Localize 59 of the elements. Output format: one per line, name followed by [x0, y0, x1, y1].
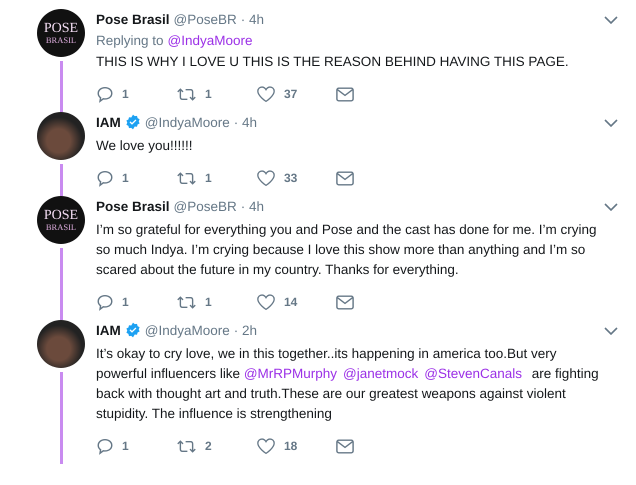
timestamp[interactable]: · 2h — [234, 322, 258, 338]
mention-link[interactable]: @IndyaMoore — [168, 33, 253, 48]
display-name[interactable]: Pose Brasil — [96, 12, 170, 26]
retweet-icon[interactable] — [176, 170, 197, 186]
caret-icon[interactable] — [604, 16, 618, 24]
logo-avatar[interactable]: POSE BRASIL — [37, 9, 85, 57]
heart-icon[interactable] — [256, 293, 276, 311]
tweet-text: It’s okay to cry love, we in this together..its happening in america too.But very powerful influencers like @MrRPMurphy @janetmock @StevenCanals are fighting back with thought art and truth.These are our greatest weapons against violent stupidity. The influence is strengthening — [96, 345, 600, 423]
retweet-count: 1 — [205, 295, 212, 309]
display-name[interactable]: IAM — [96, 114, 121, 130]
retweet-count: 2 — [205, 439, 212, 453]
tweet-text: We love you!!!!!! — [96, 137, 194, 155]
timestamp[interactable]: · 4h — [234, 114, 258, 130]
like-count: 37 — [284, 87, 298, 101]
tweet-text: THIS IS WHY I LOVE U THIS IS THE REASON BEHIND HAVING THIS PAGE. — [96, 53, 570, 71]
reply-count: 1 — [122, 295, 129, 309]
envelope-icon[interactable] — [336, 438, 354, 454]
verified-badge-icon — [124, 322, 141, 338]
like-count: 14 — [284, 295, 298, 309]
display-name[interactable]: Pose Brasil — [96, 198, 170, 214]
timestamp[interactable]: · 4h — [240, 12, 264, 26]
reply-count: 1 — [122, 87, 129, 101]
user-handle[interactable]: @PoseBR — [174, 12, 237, 26]
mention-link[interactable]: @StevenCanals — [424, 366, 522, 381]
reply-icon[interactable] — [96, 169, 114, 187]
retweet-icon[interactable] — [176, 438, 197, 454]
avatar-photo-placeholder[interactable] — [37, 320, 85, 368]
envelope-icon[interactable] — [336, 86, 354, 102]
heart-icon[interactable] — [256, 169, 276, 187]
reply-icon[interactable] — [96, 293, 114, 311]
retweet-icon[interactable] — [176, 86, 197, 102]
reply-icon[interactable] — [96, 85, 114, 103]
caret-icon[interactable] — [604, 327, 618, 335]
reply-count: 1 — [122, 171, 129, 185]
mention-link[interactable]: @janetmock — [343, 366, 418, 381]
verified-badge-icon — [124, 114, 141, 130]
logo-avatar[interactable]: POSE BRASIL — [37, 196, 85, 244]
user-handle[interactable]: @IndyaMoore — [144, 114, 230, 130]
user-handle[interactable]: @IndyaMoore — [144, 322, 230, 338]
retweet-count: 1 — [205, 171, 212, 185]
retweet-icon[interactable] — [176, 294, 197, 310]
heart-icon[interactable] — [256, 85, 276, 103]
caret-icon[interactable] — [604, 203, 618, 211]
replying-label: Replying to — [96, 33, 164, 48]
reply-count: 1 — [122, 439, 129, 453]
tweet-text: I’m so grateful for everything you and Pose and the cast has done for me. I’m crying so much Indya. I’m crying because I love this show more than anything and I’m so scared about the future in my country. Thanks for everything. — [96, 221, 598, 279]
like-count: 18 — [284, 439, 298, 453]
user-handle[interactable]: @PoseBR — [174, 198, 237, 214]
envelope-icon[interactable] — [336, 170, 354, 186]
mention-link[interactable]: @MrRPMurphy — [244, 366, 338, 381]
caret-icon[interactable] — [604, 119, 618, 127]
heart-icon[interactable] — [256, 437, 276, 455]
timestamp[interactable]: · 4h — [240, 198, 264, 214]
reply-icon[interactable] — [96, 437, 114, 455]
envelope-icon[interactable] — [336, 294, 354, 310]
display-name[interactable]: IAM — [96, 322, 121, 338]
retweet-count: 1 — [205, 87, 212, 101]
like-count: 33 — [284, 171, 298, 185]
avatar-photo-placeholder[interactable] — [37, 112, 85, 160]
